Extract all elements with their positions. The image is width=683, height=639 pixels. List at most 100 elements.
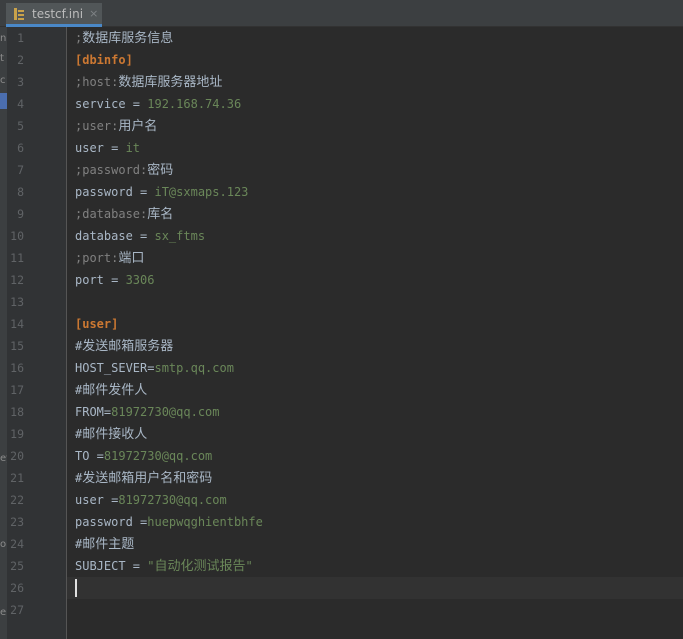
config-key: HOST_SEVER= [75,361,155,375]
code-text: [dbinfo] [75,49,133,71]
code-line[interactable]: #邮件接收人 [67,423,683,445]
comment-text: ;host: [75,75,119,89]
config-value: 81972730@qq.com [111,405,220,419]
hash-comment-text: 邮件接收人 [82,427,148,442]
code-line[interactable]: ;password:密码 [67,159,683,181]
hash-comment-text: 邮件主题 [82,537,135,552]
ini-file-icon [14,7,24,20]
current-code-line[interactable] [67,577,683,599]
config-value: sx_ftms [154,229,206,243]
code-line[interactable]: #发送邮箱服务器 [67,335,683,357]
line-number: 6 [17,141,24,155]
code-line[interactable]: ;database:库名 [67,203,683,225]
section-header: [user] [75,317,119,331]
code-line[interactable]: [user] [67,313,683,335]
code-line[interactable]: ;数据库服务信息 [67,27,683,49]
comment-text: ;database: [75,207,148,221]
config-key: user = [75,141,126,155]
code-text: [user] [75,313,118,335]
comment-text-zh: 端口 [118,251,145,266]
line-number: 7 [17,163,24,177]
config-key: password = [75,515,148,529]
comment-text-zh: 数据库服务器地址 [118,75,223,90]
code-line[interactable]: #发送邮箱用户名和密码 [67,467,683,489]
code-line[interactable]: FROM=81972730@qq.com [67,401,683,423]
line-number: 24 [10,537,24,551]
code-text: password = iT@sxmaps.123 [75,181,248,203]
line-number: 18 [10,405,24,419]
comment-text: ;port: [75,251,119,265]
code-line[interactable] [67,599,683,621]
config-key: user = [75,493,119,507]
code-line[interactable]: HOST_SEVER=smtp.qq.com [67,357,683,379]
close-icon[interactable]: × [89,7,98,20]
code-text: #邮件发件人 [75,379,147,401]
hash-comment-text: 邮件发件人 [82,383,148,398]
panel-edge-text: o [0,539,7,550]
comment-text: ;user: [75,119,119,133]
code-line[interactable]: #邮件发件人 [67,379,683,401]
config-value: 3306 [125,273,155,287]
code-line[interactable]: password = iT@sxmaps.123 [67,181,683,203]
line-number: 15 [10,339,24,353]
code-text: FROM=81972730@qq.com [75,401,220,423]
comment-text-zh: 用户名 [118,119,158,134]
config-value-quote: " [245,559,253,573]
line-number: 9 [17,207,24,221]
code-line[interactable]: SUBJECT = "自动化测试报告" [67,555,683,577]
config-value-zh: 自动化测试报告 [154,559,246,574]
code-line[interactable]: database = sx_ftms [67,225,683,247]
code-text: ;host:数据库服务器地址 [75,71,222,93]
text-caret [75,579,77,597]
config-value: 81972730@qq.com [118,493,227,507]
code-line[interactable]: user = it [67,137,683,159]
tab-testcf-ini[interactable]: testcf.ini × [6,3,102,27]
code-text: user = it [75,137,140,159]
hash-comment-text: 发送邮箱用户名和密码 [82,471,213,486]
code-line[interactable]: password =huepwqghientbhfe [67,511,683,533]
config-key: password = [75,185,155,199]
code-line[interactable]: ;host:数据库服务器地址 [67,71,683,93]
code-line[interactable]: port = 3306 [67,269,683,291]
code-line[interactable]: ;user:用户名 [67,115,683,137]
config-value: huepwqghientbhfe [147,515,263,529]
code-text: SUBJECT = "自动化测试报告" [75,555,253,577]
code-text: port = 3306 [75,269,154,291]
code-text: ;database:库名 [75,203,173,225]
code-line[interactable]: ;port:端口 [67,247,683,269]
config-value: 192.168.74.36 [147,97,242,111]
code-text: #邮件接收人 [75,423,147,445]
code-text: user =81972730@qq.com [75,489,227,511]
config-value: 81972730@qq.com [103,449,213,463]
config-value: smtp.qq.com [154,361,234,375]
code-line[interactable]: TO =81972730@qq.com [67,445,683,467]
config-key: FROM= [75,405,112,419]
line-number: 23 [10,515,24,529]
line-number: 11 [10,251,24,265]
line-number: 19 [10,427,24,441]
line-number: 17 [10,383,24,397]
config-key: port = [75,273,126,287]
line-number: 25 [10,559,24,573]
line-number: 2 [17,53,24,67]
code-text: ;port:端口 [75,247,144,269]
code-line[interactable]: [dbinfo] [67,49,683,71]
code-line[interactable] [67,291,683,313]
line-number: 13 [10,295,24,309]
code-line[interactable]: #邮件主题 [67,533,683,555]
line-number: 20 [10,449,24,463]
line-number: 12 [10,273,24,287]
config-key: database = [75,229,155,243]
line-number: 14 [10,317,24,331]
comment-text-zh: 数据库服务信息 [82,31,174,46]
line-number: 10 [10,229,24,243]
line-number: 8 [17,185,24,199]
code-text: password =huepwqghientbhfe [75,511,263,533]
code-line[interactable]: user =81972730@qq.com [67,489,683,511]
project-panel-edge[interactable]: n t c ey o e [0,27,7,639]
code-text: #邮件主题 [75,533,134,555]
code-text: service = 192.168.74.36 [75,93,241,115]
config-key: TO = [75,449,104,463]
comment-text-zh: 库名 [147,207,174,222]
code-line[interactable]: service = 192.168.74.36 [67,93,683,115]
